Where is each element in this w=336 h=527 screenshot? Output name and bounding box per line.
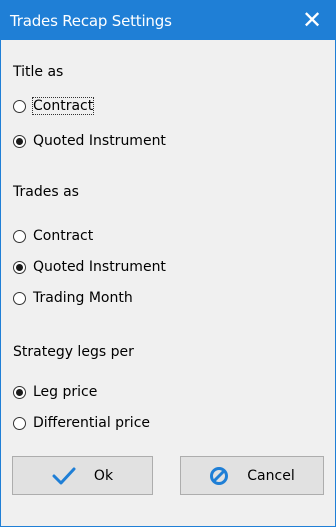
radio-label: Quoted Instrument [33,133,166,149]
strategy-legs-per-label: Strategy legs per [13,344,134,360]
checkmark-icon [52,467,76,485]
radio-label: Differential price [33,415,151,431]
radio-unchecked-icon [13,99,26,113]
radio-label: Quoted Instrument [33,259,166,275]
dialog-body: Title as Contract Quoted Instrument Trad… [1,40,335,526]
cancel-button-label: Cancel [247,467,295,484]
radio-label: Leg price [33,384,98,400]
radio-unchecked-icon [13,229,26,243]
ok-button[interactable]: Ok [12,456,153,495]
title-bar[interactable]: Trades Recap Settings ✕ [0,0,336,40]
prohibited-icon [209,466,229,486]
legs-per-differential-price-radio[interactable]: Differential price [13,412,150,434]
cancel-button[interactable]: Cancel [180,456,324,495]
radio-label: Contract [31,97,95,115]
radio-label: Contract [33,228,94,244]
radio-checked-icon [13,260,26,274]
ok-button-label: Ok [93,467,114,484]
trades-as-quoted-instrument-radio[interactable]: Quoted Instrument [13,256,166,278]
radio-unchecked-icon [13,291,26,305]
trades-as-trading-month-radio[interactable]: Trading Month [13,287,133,309]
title-as-contract-radio[interactable]: Contract [13,95,95,117]
title-as-label: Title as [13,64,64,80]
radio-checked-icon [13,134,26,148]
radio-checked-icon [13,385,26,399]
window-title: Trades Recap Settings [10,12,172,30]
radio-unchecked-icon [13,416,26,430]
radio-label: Trading Month [33,290,133,306]
title-as-quoted-instrument-radio[interactable]: Quoted Instrument [13,130,166,152]
legs-per-leg-price-radio[interactable]: Leg price [13,381,97,403]
dialog-window: Trades Recap Settings ✕ Title as Contrac… [0,0,336,527]
trades-as-label: Trades as [13,184,79,200]
trades-as-contract-radio[interactable]: Contract [13,225,93,247]
close-icon[interactable]: ✕ [288,0,336,40]
